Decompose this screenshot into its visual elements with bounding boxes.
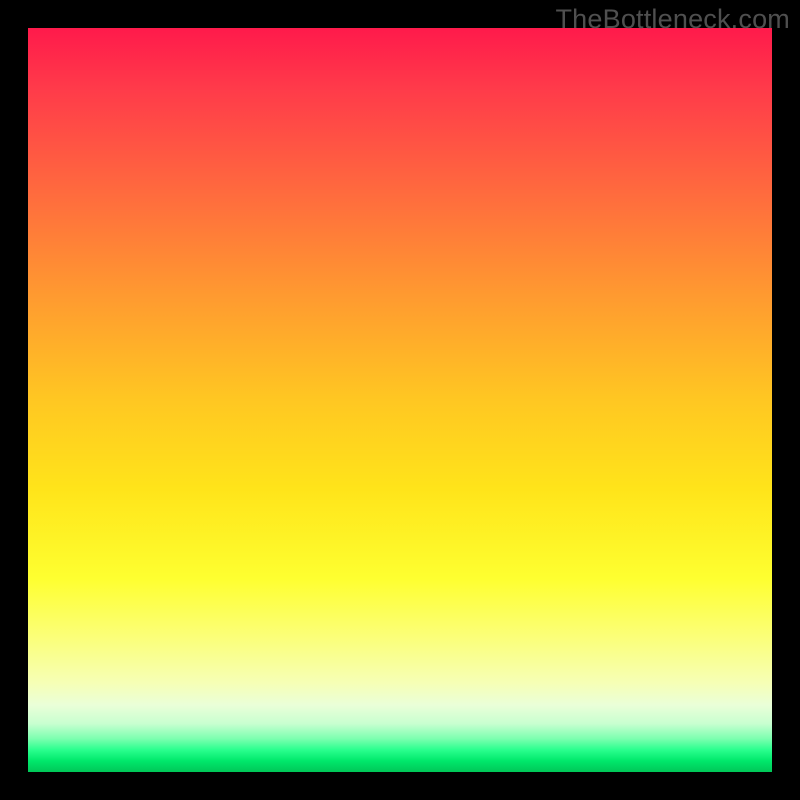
watermark-text: TheBottleneck.com [555,4,790,35]
plot-area [28,28,772,772]
outer-frame: TheBottleneck.com [0,0,800,800]
heat-gradient-background [28,28,772,772]
